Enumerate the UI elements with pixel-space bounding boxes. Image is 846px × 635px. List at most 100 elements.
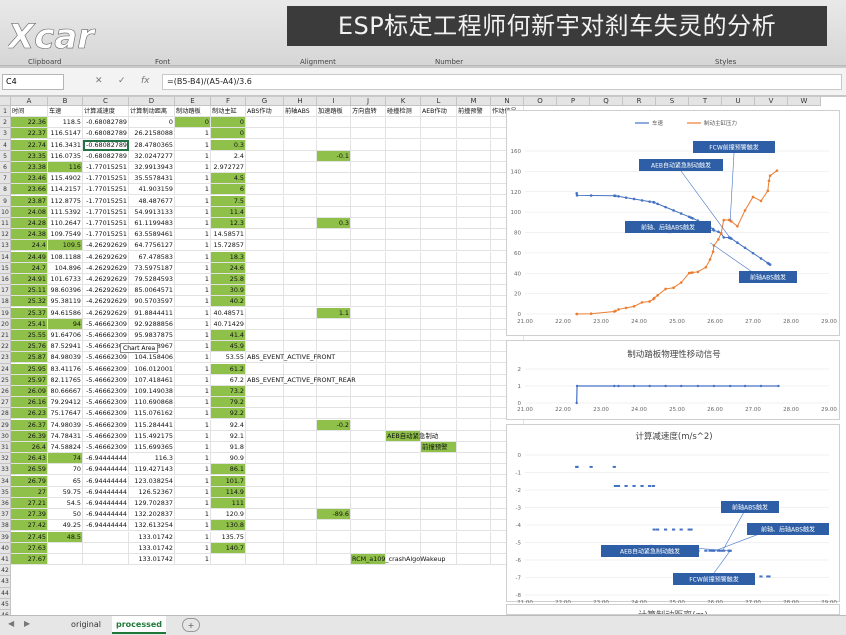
cell-i[interactable]	[317, 363, 351, 375]
cell-d[interactable]: 79.5284593	[129, 274, 175, 285]
cell-l[interactable]	[421, 419, 457, 431]
cell-l[interactable]	[421, 128, 457, 140]
row-header[interactable]: 26	[0, 386, 11, 398]
cell-g[interactable]	[246, 554, 284, 565]
cell-b[interactable]: 104.896	[48, 262, 83, 274]
cell-l[interactable]	[421, 296, 457, 308]
cell-e[interactable]: 1	[175, 173, 211, 185]
cell-c[interactable]: -6.94444444	[83, 453, 129, 465]
cell-j[interactable]	[351, 520, 386, 532]
cell-m[interactable]	[457, 475, 491, 487]
cell-d[interactable]: 129.702837	[129, 498, 175, 509]
cell-k[interactable]	[386, 542, 421, 554]
cell-d[interactable]: 90.5703597	[129, 296, 175, 308]
cell-k[interactable]	[386, 240, 421, 252]
cell-g[interactable]	[246, 341, 284, 353]
cell-g[interactable]	[246, 274, 284, 285]
row-header[interactable]: 25	[0, 374, 11, 386]
cell-a[interactable]: 26.16	[11, 397, 48, 409]
row-header[interactable]: 12	[0, 229, 11, 241]
cell-m[interactable]	[457, 531, 491, 543]
cell-l[interactable]	[421, 542, 457, 554]
cell-c[interactable]: -6.94444444	[83, 498, 129, 509]
cell-a[interactable]: 27.42	[11, 520, 48, 532]
cell-j[interactable]	[351, 150, 386, 162]
cell-j[interactable]	[351, 509, 386, 521]
cell-l[interactable]	[421, 464, 457, 476]
cell-b[interactable]	[48, 554, 83, 565]
cell-m[interactable]	[457, 363, 491, 375]
cell-i[interactable]	[317, 408, 351, 420]
column-header[interactable]: D	[129, 97, 175, 106]
cell-c[interactable]: -4.26292629	[83, 240, 129, 252]
cell-h[interactable]	[284, 397, 317, 409]
header-cell[interactable]: ABS作动	[246, 106, 284, 117]
cell-l[interactable]	[421, 218, 457, 229]
cell-h[interactable]	[284, 251, 317, 263]
cell-c[interactable]: -4.26292629	[83, 285, 129, 297]
cell-b[interactable]: 82.11765	[48, 374, 83, 386]
cell-h[interactable]	[284, 520, 317, 532]
row-header[interactable]: 13	[0, 240, 11, 252]
cell-j[interactable]	[351, 352, 386, 364]
cancel-icon[interactable]: ✕	[95, 76, 103, 86]
cell-a[interactable]: 27.63	[11, 542, 48, 554]
cell-k[interactable]	[386, 442, 421, 453]
cell-d[interactable]: 115.699365	[129, 442, 175, 453]
cell-d[interactable]: 0	[129, 117, 175, 129]
cell-i[interactable]	[317, 330, 351, 341]
cell-d[interactable]: 63.5589461	[129, 229, 175, 241]
cell-g[interactable]	[246, 531, 284, 543]
cell-m[interactable]	[457, 486, 491, 498]
cell-c[interactable]: -5.46662309	[83, 430, 129, 442]
column-header[interactable]: F	[211, 97, 246, 106]
cell-m[interactable]	[457, 352, 491, 364]
cell-h[interactable]	[284, 206, 317, 218]
column-header[interactable]: W	[788, 97, 821, 106]
cell-e[interactable]: 1	[175, 318, 211, 330]
cell-d[interactable]: 104.158406	[129, 352, 175, 364]
cell-g[interactable]	[246, 486, 284, 498]
row-header[interactable]: 31	[0, 442, 11, 454]
cell-k[interactable]	[386, 531, 421, 543]
cell-g[interactable]	[246, 296, 284, 308]
cell-d[interactable]: 126.52367	[129, 486, 175, 498]
cell-a[interactable]: 25.76	[11, 341, 48, 353]
cell-i[interactable]: -89.6	[317, 509, 351, 521]
cell-l[interactable]	[421, 520, 457, 532]
cell-a[interactable]: 24.91	[11, 274, 48, 285]
cell-m[interactable]	[457, 173, 491, 185]
cell-g[interactable]	[246, 408, 284, 420]
row-header[interactable]: 19	[0, 307, 11, 319]
row-header[interactable]: 41	[0, 554, 11, 566]
cell-h[interactable]	[284, 363, 317, 375]
row-header[interactable]: 16	[0, 274, 11, 286]
cell-l[interactable]	[421, 117, 457, 129]
cell-b[interactable]: 79.29412	[48, 397, 83, 409]
scroll-right-icon[interactable]: ▶	[24, 619, 30, 628]
cell-b[interactable]: 115.4902	[48, 173, 83, 185]
cell-j[interactable]	[351, 542, 386, 554]
cell-e[interactable]: 1	[175, 184, 211, 196]
cell-i[interactable]	[317, 117, 351, 129]
cell-h[interactable]	[284, 419, 317, 431]
cell-j[interactable]	[351, 419, 386, 431]
cell-k[interactable]	[386, 386, 421, 397]
header-cell[interactable]: 车速	[48, 106, 83, 117]
cell-k[interactable]	[386, 498, 421, 509]
cell-f[interactable]: 40.71429	[211, 318, 246, 330]
cell-i[interactable]	[317, 453, 351, 465]
cell-l[interactable]	[421, 240, 457, 252]
cell-m[interactable]	[457, 162, 491, 173]
cell-f[interactable]: 2.4	[211, 150, 246, 162]
cell-a[interactable]: 26.39	[11, 430, 48, 442]
cell-g[interactable]	[246, 162, 284, 173]
cell-m[interactable]	[457, 509, 491, 521]
cell-h[interactable]	[284, 139, 317, 151]
cell-b[interactable]: 70	[48, 464, 83, 476]
cell-f[interactable]: 90.9	[211, 453, 246, 465]
cell-f[interactable]: 92.4	[211, 419, 246, 431]
cell-a[interactable]: 25.87	[11, 352, 48, 364]
cell-d[interactable]: 32.9913943	[129, 162, 175, 173]
cell-h[interactable]	[284, 128, 317, 140]
